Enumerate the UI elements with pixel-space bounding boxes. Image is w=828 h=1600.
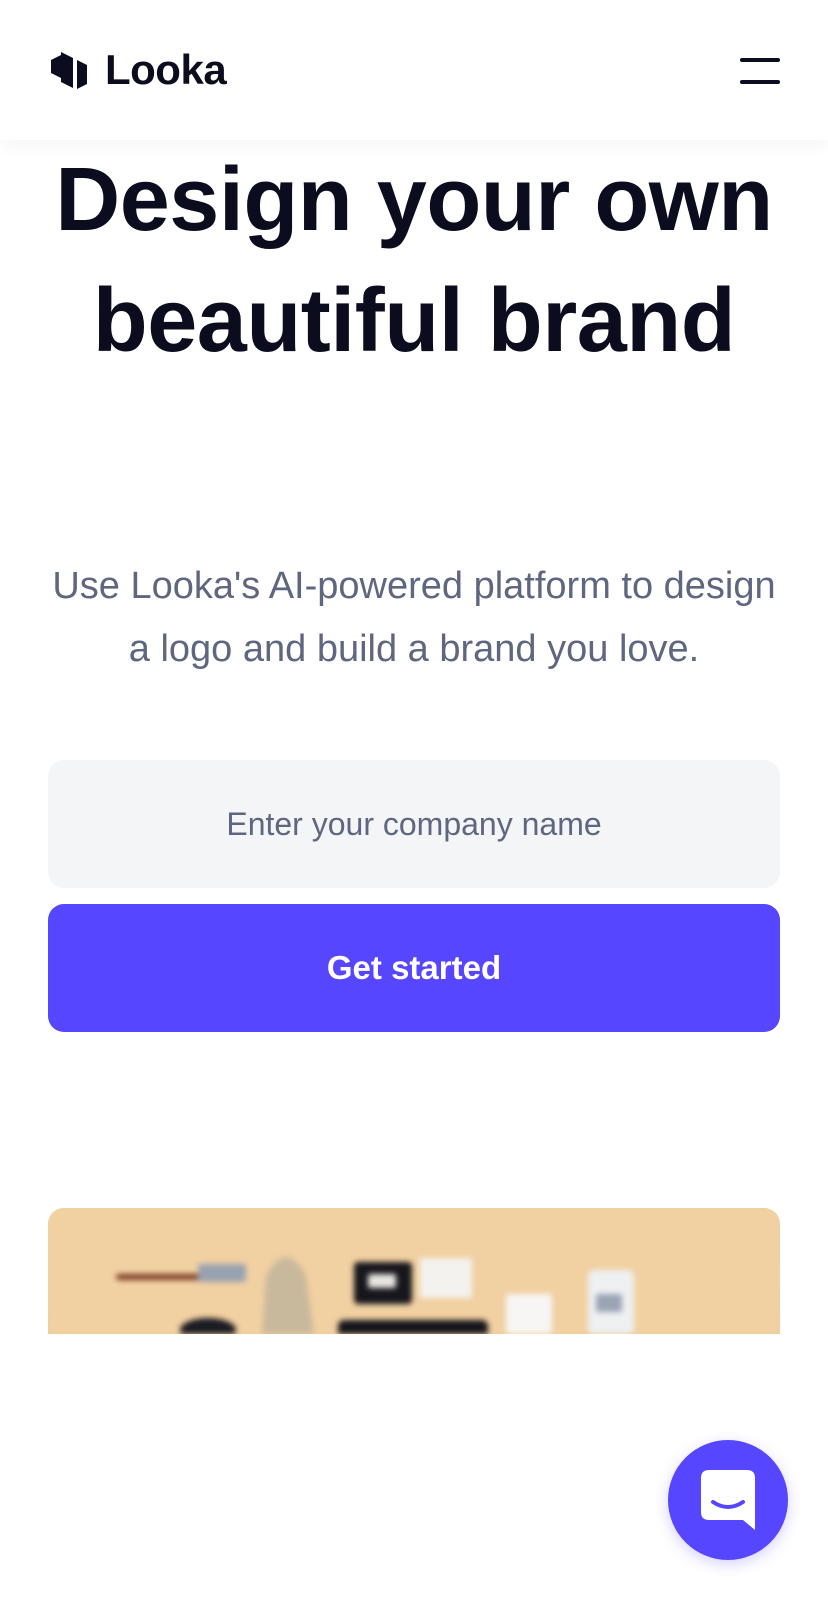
get-started-button[interactable]: Get started	[48, 904, 780, 1032]
brand-logo-link[interactable]: Looka	[47, 46, 227, 93]
brand-mockup-preview-image	[48, 1208, 780, 1334]
hero-title: Design your own beautiful brand	[55, 150, 773, 371]
brand-name: Looka	[105, 46, 227, 93]
hero-subtitle: Use Looka's AI-powered platform to desig…	[52, 565, 776, 670]
looka-logo-icon	[51, 52, 87, 89]
chat-launcher-button[interactable]	[668, 1440, 788, 1560]
site-header: Looka	[0, 0, 828, 140]
hamburger-menu-icon-bar	[740, 80, 780, 84]
chat-bubble-icon	[701, 1470, 755, 1530]
brand-mockup-illustration	[48, 1208, 780, 1334]
hamburger-menu-icon	[740, 58, 780, 62]
hamburger-menu-button[interactable]	[728, 52, 782, 88]
company-name-input[interactable]	[48, 760, 780, 888]
